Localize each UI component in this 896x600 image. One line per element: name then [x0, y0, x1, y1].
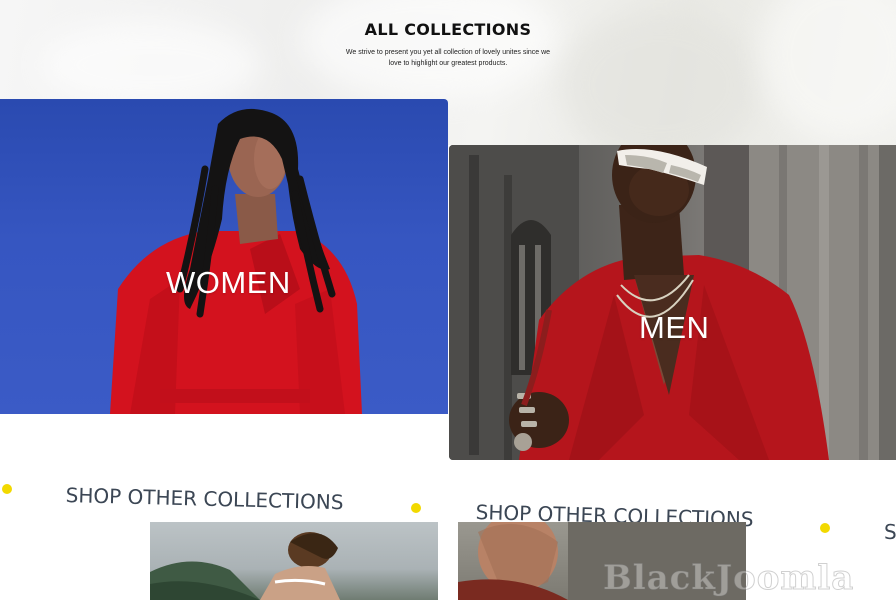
watermark-logo: BlackJoomla — [603, 558, 855, 599]
marquee-text: S — [884, 520, 896, 544]
marquee-text: SHOP OTHER COLLECTIONS — [65, 483, 344, 515]
marquee-dot — [411, 503, 421, 513]
page-subtitle: We strive to present you yet all collect… — [345, 49, 551, 67]
woman-photo — [110, 108, 362, 414]
collection-card-women[interactable]: WOMEN — [0, 99, 448, 414]
beach-photo — [150, 532, 340, 600]
collection-card-men[interactable]: MEN — [449, 145, 896, 460]
marquee-dot — [820, 523, 830, 533]
page-title: ALL COLLECTIONS — [364, 20, 532, 39]
marquee-dot — [2, 484, 12, 494]
collection-label-men: MEN — [639, 310, 710, 345]
collection-label-women: WOMEN — [166, 265, 291, 300]
collection-thumb-1[interactable] — [150, 522, 438, 600]
man-photo — [449, 145, 896, 460]
